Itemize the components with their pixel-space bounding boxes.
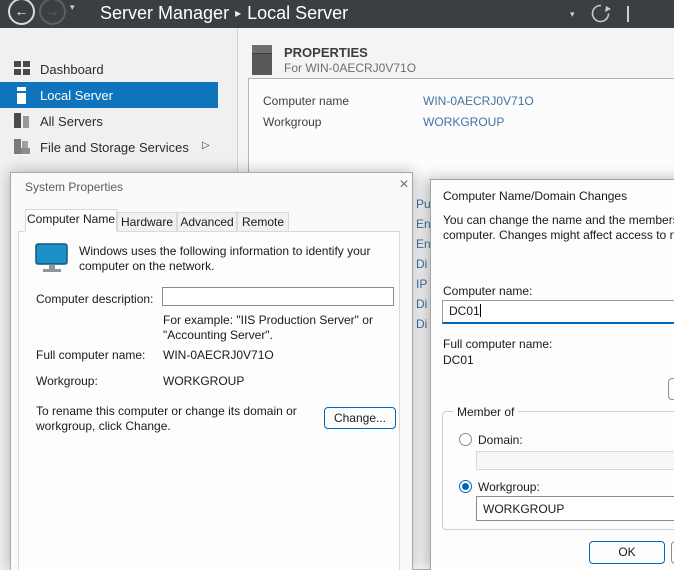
sidebar-item-label: File and Storage Services: [40, 140, 189, 155]
workgroup-radio[interactable]: [459, 480, 472, 493]
top-bar: ← → ▾ Server Manager▸Local Server ▾: [0, 0, 674, 28]
computer-description-label: Computer description:: [36, 292, 153, 306]
full-computer-name-value: DC01: [443, 353, 474, 367]
dashboard-icon: [14, 61, 30, 78]
all-servers-icon: [14, 113, 30, 132]
tab-hardware[interactable]: Hardware: [117, 212, 177, 232]
close-icon[interactable]: ×: [395, 176, 413, 194]
clipped-value-link[interactable]: Di: [416, 297, 427, 311]
workgroup-radio-label: Workgroup:: [478, 480, 540, 494]
workgroup-label: Workgroup:: [36, 374, 98, 388]
sidebar-item-label: Dashboard: [40, 62, 104, 77]
dialog-intro-line2: computer. Changes might affect access to…: [443, 228, 674, 242]
description-example-text: For example: "IIS Production Server" or …: [163, 313, 409, 343]
breadcrumb-page[interactable]: Local Server: [247, 3, 348, 23]
forward-button[interactable]: →: [39, 0, 66, 25]
member-of-label: Member of: [453, 405, 518, 419]
tab-computer-name[interactable]: Computer Name: [25, 209, 117, 232]
rename-hint-text: To rename this computer or change its do…: [36, 404, 328, 434]
workgroup-input[interactable]: WORKGROUP: [476, 496, 674, 521]
property-label: Computer name: [263, 94, 349, 108]
computer-description-input[interactable]: [162, 287, 394, 306]
back-button[interactable]: ←: [8, 0, 35, 25]
clipped-value-link[interactable]: IP: [416, 277, 427, 291]
sidebar-item-file-storage-services[interactable]: File and Storage Services ▷: [0, 134, 218, 160]
text-cursor: [480, 304, 481, 317]
computer-name-input[interactable]: DC01: [442, 300, 674, 324]
dialog-title: Computer Name/Domain Changes: [443, 189, 627, 203]
computer-name-label: Computer name:: [443, 284, 532, 298]
tab-remote[interactable]: Remote: [237, 212, 289, 232]
change-button[interactable]: Change...: [324, 407, 396, 429]
system-properties-dialog: System Properties × Computer Name Hardwa…: [10, 172, 413, 570]
domain-input[interactable]: [476, 451, 674, 470]
dialog-intro-text: Windows uses the following information t…: [79, 244, 387, 274]
server-manager-window: ← → ▾ Server Manager▸Local Server ▾ Dash…: [0, 0, 674, 570]
clipped-value-link[interactable]: En: [416, 237, 431, 251]
full-computer-name-label: Full computer name:: [443, 337, 552, 351]
properties-subheading: For WIN-0AECRJ0V71O: [284, 61, 416, 75]
nav-history-caret-icon[interactable]: ▾: [70, 3, 75, 12]
computer-name-link[interactable]: WIN-0AECRJ0V71O: [423, 94, 534, 108]
sidebar-item-local-server[interactable]: Local Server: [0, 82, 218, 108]
refresh-button[interactable]: [590, 3, 611, 29]
sidebar-item-dashboard[interactable]: Dashboard: [0, 56, 218, 82]
sidebar-item-label: All Servers: [40, 114, 103, 129]
domain-radio[interactable]: [459, 433, 472, 446]
manage-dropdown-caret-icon[interactable]: ▾: [570, 10, 575, 19]
clipped-value-link[interactable]: Di: [416, 317, 427, 331]
sidebar-item-label: Local Server: [40, 88, 113, 103]
local-server-icon: [17, 87, 26, 107]
more-button-clipped[interactable]: [668, 378, 674, 400]
expand-chevron-icon[interactable]: ▷: [202, 140, 210, 151]
ok-button[interactable]: OK: [589, 541, 665, 564]
workgroup-value: WORKGROUP: [163, 374, 244, 388]
breadcrumb: Server Manager▸Local Server: [100, 3, 348, 24]
property-label: Workgroup: [263, 115, 321, 129]
workgroup-link[interactable]: WORKGROUP: [423, 115, 504, 129]
clipped-value-link[interactable]: Di: [416, 257, 427, 271]
monitor-icon: [35, 243, 69, 278]
clipped-value-link[interactable]: Pu: [416, 197, 431, 211]
computer-name-input-value: DC01: [449, 304, 480, 318]
full-computer-name-value: WIN-0AECRJ0V71O: [163, 348, 274, 362]
properties-heading: PROPERTIES: [284, 45, 368, 60]
notifications-flag-icon[interactable]: [627, 6, 629, 22]
dialog-title: System Properties: [25, 180, 123, 194]
domain-radio-label: Domain:: [478, 433, 523, 447]
breadcrumb-separator-icon: ▸: [229, 6, 247, 20]
breadcrumb-app: Server Manager: [100, 3, 229, 23]
sidebar-item-all-servers[interactable]: All Servers: [0, 108, 218, 134]
dialog-intro-line1: You can change the name and the membersh…: [443, 213, 674, 227]
computer-name-tab-page: Windows uses the following information t…: [18, 231, 400, 570]
properties-server-icon: [252, 45, 272, 75]
member-of-groupbox: Member of Domain: Workgroup: WORKGROUP: [442, 411, 674, 530]
full-computer-name-label: Full computer name:: [36, 348, 145, 362]
refresh-icon: [590, 3, 611, 24]
domain-changes-dialog: Computer Name/Domain Changes You can cha…: [430, 179, 674, 570]
file-storage-services-icon: [14, 139, 30, 158]
clipped-value-link[interactable]: En: [416, 217, 431, 231]
tab-advanced[interactable]: Advanced: [177, 212, 237, 232]
